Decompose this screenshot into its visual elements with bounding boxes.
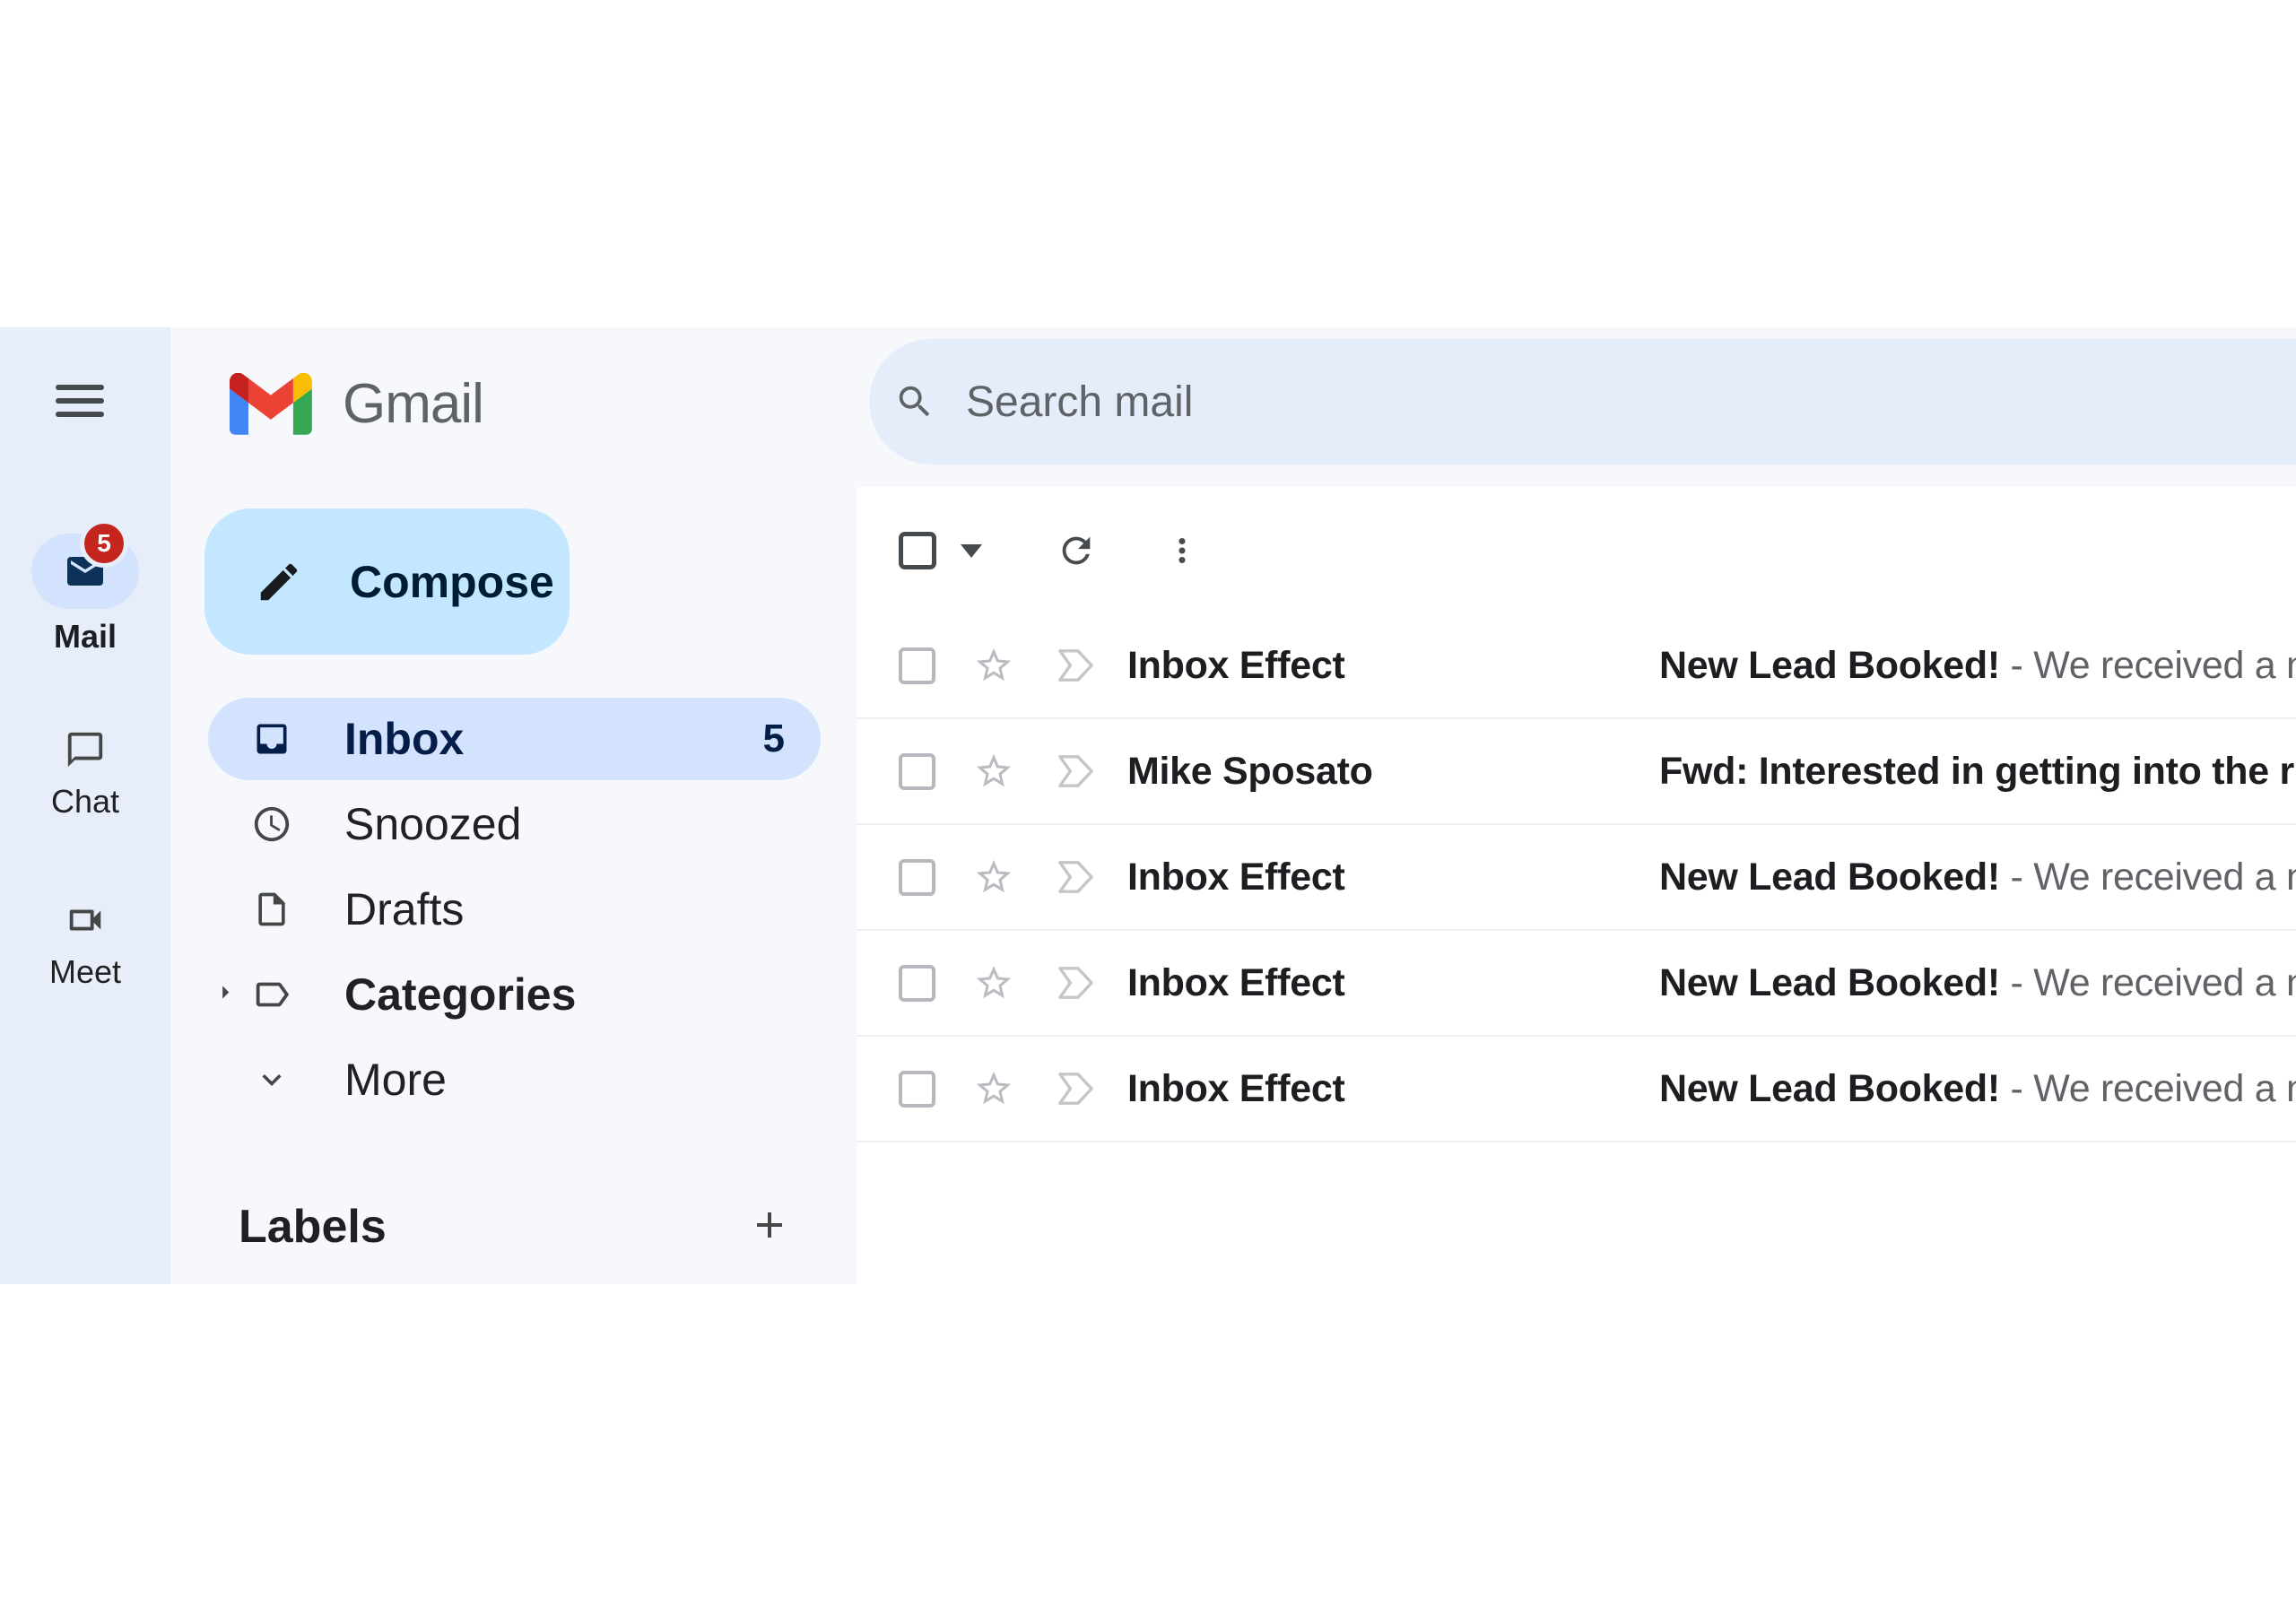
pencil-icon (255, 558, 303, 606)
importance-marker-icon[interactable] (1056, 1071, 1097, 1107)
email-sender: Mike Sposato (1127, 750, 1659, 794)
importance-marker-icon[interactable] (1056, 753, 1097, 789)
plus-icon (748, 1203, 791, 1247)
email-sender: Inbox Effect (1127, 856, 1659, 899)
email-subject: New Lead Booked! - We received a n (1659, 644, 2296, 688)
inbox-icon (251, 719, 292, 759)
expand-arrow-icon[interactable] (210, 977, 240, 1012)
sidebar-item-inbox[interactable]: Inbox 5 (208, 698, 821, 780)
star-icon[interactable] (973, 962, 1014, 1003)
email-row[interactable]: Mike Sposato Fwd: Interested in getting … (857, 719, 2296, 825)
row-checkbox[interactable] (899, 753, 935, 790)
email-subject: New Lead Booked! - We received a n (1659, 856, 2296, 899)
rail-item-meet[interactable]: Meet (0, 896, 170, 991)
select-all-checkbox[interactable] (899, 532, 936, 569)
search-input[interactable] (964, 377, 2296, 428)
more-options-button[interactable] (1163, 532, 1201, 569)
search-icon[interactable] (894, 381, 935, 422)
email-sender: Inbox Effect (1127, 644, 1659, 688)
email-subject: New Lead Booked! - We received a n (1659, 961, 2296, 1005)
label-tag-icon (251, 974, 292, 1015)
create-label-button[interactable] (748, 1203, 791, 1247)
mail-unread-badge: 5 (80, 519, 128, 568)
email-row[interactable]: Inbox Effect New Lead Booked! - We recei… (857, 825, 2296, 931)
gmail-logo[interactable]: Gmail (230, 365, 483, 442)
email-sender: Inbox Effect (1127, 961, 1659, 1005)
chat-icon (0, 725, 170, 774)
importance-marker-icon[interactable] (1056, 859, 1097, 895)
app-rail: 5 Mail Chat Meet (0, 327, 170, 1284)
email-row[interactable]: Inbox Effect New Lead Booked! - We recei… (857, 1037, 2296, 1142)
row-checkbox[interactable] (899, 965, 935, 1002)
star-icon[interactable] (973, 751, 1014, 792)
star-icon[interactable] (973, 1068, 1014, 1109)
sidebar-more-label: More (344, 1054, 447, 1106)
row-checkbox[interactable] (899, 859, 935, 896)
mail-active-pill: 5 (31, 534, 139, 609)
sidebar-snoozed-label: Snoozed (344, 798, 521, 850)
document-icon (251, 890, 292, 929)
compose-label: Compose (350, 556, 554, 608)
sidebar-item-categories[interactable]: Categories (208, 951, 821, 1037)
email-row[interactable]: Inbox Effect New Lead Booked! - We recei… (857, 613, 2296, 719)
rail-item-mail[interactable]: 5 Mail (0, 534, 170, 656)
main-menu-button[interactable] (56, 385, 104, 419)
select-dropdown-icon[interactable] (961, 544, 982, 569)
list-toolbar (857, 487, 2296, 613)
star-icon[interactable] (973, 645, 1014, 686)
gmail-m-icon (230, 373, 312, 435)
hamburger-icon (56, 385, 104, 390)
sidebar-item-drafts[interactable]: Drafts (208, 866, 821, 951)
email-subject: Fwd: Interested in getting into the r (1659, 750, 2296, 794)
email-snippet: We received a n (2033, 1067, 2296, 1110)
clock-icon (251, 804, 292, 845)
header (857, 327, 2296, 487)
refresh-button[interactable] (1056, 530, 1097, 571)
rail-chat-label: Chat (0, 783, 170, 821)
sidebar: Gmail Compose Inbox 5 Snoozed Drafts Ca (170, 327, 857, 1284)
sidebar-item-more[interactable]: More (208, 1037, 821, 1122)
email-row[interactable]: Inbox Effect New Lead Booked! - We recei… (857, 931, 2296, 1037)
sidebar-drafts-label: Drafts (344, 883, 464, 935)
email-subject: New Lead Booked! - We received a n (1659, 1067, 2296, 1111)
compose-button[interactable]: Compose (204, 508, 570, 655)
gmail-wordmark: Gmail (343, 372, 483, 436)
meet-icon (0, 896, 170, 944)
chevron-down-icon (251, 1061, 292, 1099)
sidebar-categories-label: Categories (344, 969, 576, 1021)
importance-marker-icon[interactable] (1056, 965, 1097, 1001)
rail-mail-label: Mail (0, 618, 170, 656)
sidebar-item-snoozed[interactable]: Snoozed (208, 781, 821, 866)
rail-item-chat[interactable]: Chat (0, 725, 170, 821)
search-bar[interactable] (869, 339, 2296, 465)
mail-list-panel: Inbox Effect New Lead Booked! - We recei… (857, 487, 2296, 1607)
email-snippet: We received a n (2033, 856, 2296, 899)
email-sender: Inbox Effect (1127, 1067, 1659, 1111)
rail-meet-label: Meet (0, 953, 170, 991)
sidebar-inbox-label: Inbox (344, 713, 464, 765)
row-checkbox[interactable] (899, 647, 935, 684)
email-snippet: We received a n (2033, 644, 2296, 687)
importance-marker-icon[interactable] (1056, 647, 1097, 683)
row-checkbox[interactable] (899, 1071, 935, 1108)
inbox-unread-count: 5 (763, 717, 785, 761)
star-icon[interactable] (973, 856, 1014, 898)
email-snippet: We received a n (2033, 961, 2296, 1004)
labels-section-title: Labels (239, 1200, 387, 1254)
